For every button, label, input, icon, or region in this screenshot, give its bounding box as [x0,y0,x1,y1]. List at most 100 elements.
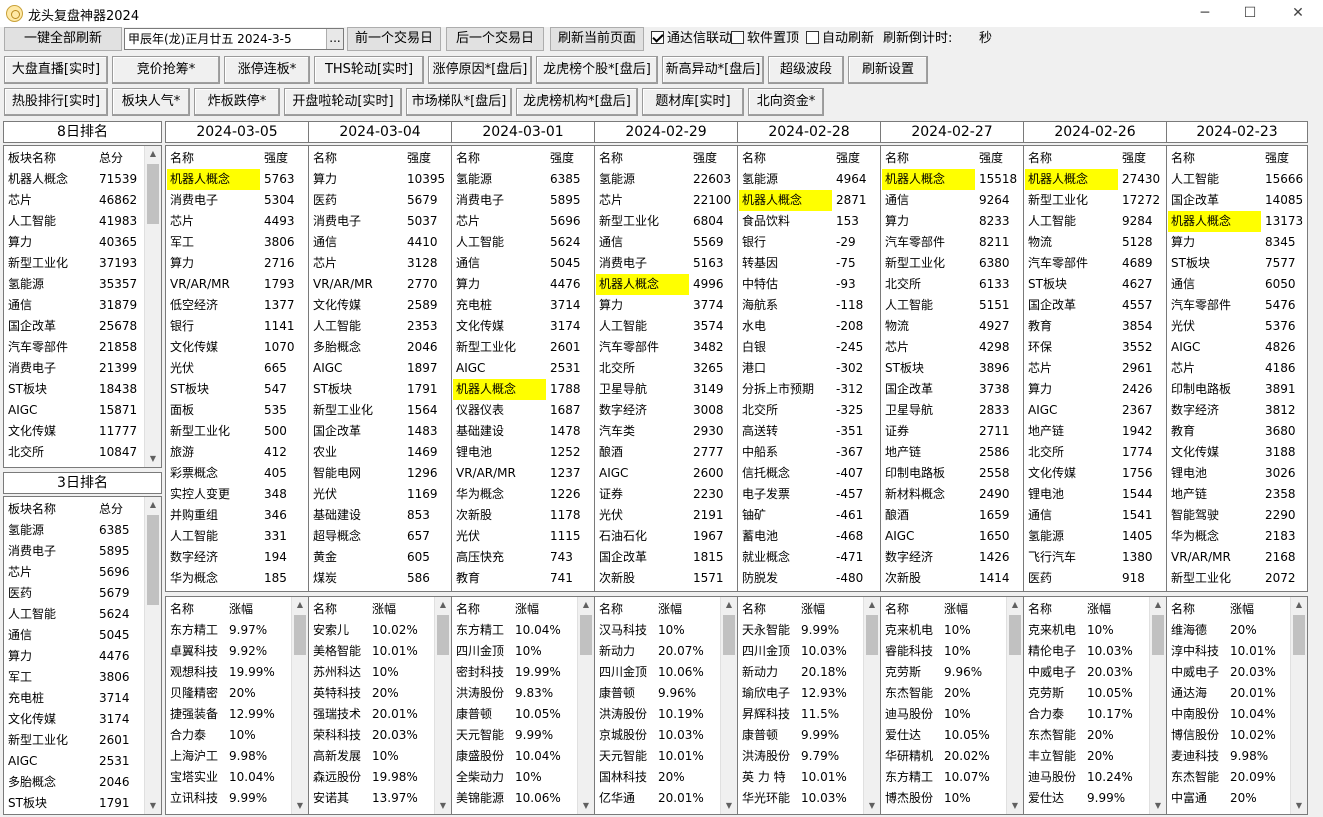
table-row[interactable]: AIGC 2367 [1024,400,1166,421]
scroll-down-icon[interactable]: ▼ [145,798,161,814]
table-row[interactable]: 人工智能 15666 [1167,169,1307,190]
table-row[interactable]: 石油石化 1967 [595,526,737,547]
table-row[interactable]: 昇辉科技 11.5% [738,704,880,725]
table-row[interactable]: 芯片 3128 [309,253,451,274]
table-row[interactable]: 地产链 2358 [1167,484,1307,505]
toolbar-button[interactable]: 炸板跌停* [194,88,280,116]
table-row[interactable]: 汽车零部件 8211 [881,232,1023,253]
table-row[interactable]: AIGC 2531 [452,358,594,379]
table-row[interactable]: 并购重组 346 [166,505,308,526]
table-row[interactable]: 新型工业化 17272 [1024,190,1166,211]
table-row[interactable]: 新动力 20.07% [595,641,737,662]
toolbar-button[interactable]: 龙虎榜个股*[盘后] [536,56,658,84]
table-row[interactable]: 北交所 3265 [595,358,737,379]
limit-up-stocks-table[interactable]: 名称 涨幅 安索儿 10.02% 美格智能 10.01% 苏州科达 10% 英特科技 20% 强瑞技… [308,596,452,815]
table-row[interactable]: 通信 4410 [309,232,451,253]
table-row[interactable]: 博杰股份 10% [881,788,1023,809]
table-row[interactable]: 光伏 1115 [452,526,594,547]
table-row[interactable]: 美格智能 10.01% [309,641,451,662]
scroll-down-icon[interactable]: ▼ [721,798,737,814]
table-row[interactable]: 证券 2711 [881,421,1023,442]
table-row[interactable]: 通信 5045 [452,253,594,274]
table-row[interactable]: 海航系 -118 [738,295,880,316]
table-row[interactable]: 氢能源 35357 [4,274,161,295]
scroll-up-icon[interactable]: ▲ [145,146,161,162]
limit-up-stocks-table[interactable]: 名称 涨幅 克来机电 10% 精伦电子 10.03% 中威电子 20.03% 克劳斯 10.05%… [1023,596,1167,815]
table-row[interactable]: 东杰智能 20% [881,683,1023,704]
table-row[interactable]: 飞行汽车 1380 [1024,547,1166,568]
table-row[interactable]: 蓄电池 -468 [738,526,880,547]
table-row[interactable]: 文化传媒 3174 [4,709,161,730]
refresh-page-button[interactable]: 刷新当前页面 [550,27,644,51]
tdx-link-checkbox[interactable]: 通达信联动 [651,30,732,48]
table-row[interactable]: 通信 31879 [4,295,161,316]
table-row[interactable]: 人工智能 5151 [881,295,1023,316]
table-row[interactable]: 芯片 5696 [452,211,594,232]
sector-strength-table[interactable]: 名称 强度 算力 10395 医药 5679 消费电子 5037 通信 4410 芯片 3128 VR/… [308,145,452,592]
toolbar-button[interactable]: 涨停连板* [224,56,310,84]
table-row[interactable]: 物流 5128 [1024,232,1166,253]
vertical-scrollbar[interactable]: ▲ ▼ [434,597,451,814]
table-row[interactable]: 锂电池 3026 [1167,463,1307,484]
scrollbar-thumb[interactable] [580,615,592,655]
table-row[interactable]: 文化传媒 3174 [452,316,594,337]
toolbar-button[interactable]: 开盘啦轮动[实时] [284,88,402,116]
table-row[interactable]: 充电桩 3714 [4,688,161,709]
table-row[interactable]: 北交所 10847 [4,442,161,463]
limit-up-stocks-table[interactable]: 名称 涨幅 汉马科技 10% 新动力 20.07% 四川金顶 10.06% 康普顿 9.96% 洪涛… [594,596,738,815]
table-row[interactable]: 氢能源 22603 [595,169,737,190]
table-row[interactable]: 光伏 5376 [1167,316,1307,337]
table-row[interactable]: 地产链 2586 [881,442,1023,463]
table-row[interactable]: 食品饮料 153 [738,211,880,232]
scroll-up-icon[interactable]: ▲ [578,597,594,613]
scroll-down-icon[interactable]: ▼ [864,798,880,814]
scroll-down-icon[interactable]: ▼ [292,798,308,814]
table-row[interactable]: 新型工业化 2601 [4,730,161,751]
table-row[interactable]: 四川金顶 10.03% [738,641,880,662]
table-row[interactable]: 算力 8345 [1167,232,1307,253]
table-row[interactable]: 合力泰 10% [166,725,308,746]
table-row[interactable]: 丰立智能 20% [1024,746,1166,767]
table-row[interactable]: 算力 4476 [452,274,594,295]
table-row[interactable]: 汽车零部件 21858 [4,337,161,358]
table-row[interactable]: 氢能源 6385 [452,169,594,190]
table-row[interactable]: 贝隆精密 20% [166,683,308,704]
table-row[interactable]: 国企改革 3738 [881,379,1023,400]
table-row[interactable]: 美锦能源 10.06% [452,788,594,809]
table-row[interactable]: 印制电路板 3891 [1167,379,1307,400]
table-row[interactable]: AIGC 1650 [881,526,1023,547]
table-row[interactable]: 氢能源 6385 [4,520,161,541]
table-row[interactable]: 就业概念 -471 [738,547,880,568]
next-trading-day-button[interactable]: 后一个交易日 [446,27,544,51]
vertical-scrollbar[interactable]: ▲ ▼ [291,597,308,814]
table-row[interactable]: 超导概念 657 [309,526,451,547]
sector-strength-table[interactable]: 名称 强度 氢能源 4964 机器人概念 2871 食品饮料 153 银行 -29 转基因 -75 中特… [737,145,881,592]
table-row[interactable]: 全柴动力 10% [452,767,594,788]
table-row[interactable]: 新型工业化 37193 [4,253,161,274]
table-row[interactable]: 实控人变更 348 [166,484,308,505]
table-row[interactable]: 天永智能 9.99% [738,620,880,641]
table-row[interactable]: 文化传媒 2589 [309,295,451,316]
table-row[interactable]: 森远股份 19.98% [309,767,451,788]
table-row[interactable]: 亿华通 20.01% [595,788,737,809]
vertical-scrollbar[interactable]: ▲ ▼ [577,597,594,814]
table-row[interactable]: 算力 4476 [4,646,161,667]
limit-up-stocks-table[interactable]: 名称 涨幅 天永智能 9.99% 四川金顶 10.03% 新动力 20.18% 瑜欣电子 12.9… [737,596,881,815]
table-row[interactable]: 迪马股份 10.24% [1024,767,1166,788]
table-row[interactable]: 芯片 4298 [881,337,1023,358]
table-row[interactable]: 防脱发 -480 [738,568,880,589]
toolbar-button[interactable]: 超级波段 [768,56,844,84]
scroll-up-icon[interactable]: ▲ [864,597,880,613]
vertical-scrollbar[interactable]: ▲ ▼ [144,497,161,814]
table-row[interactable]: 国林科技 20% [595,767,737,788]
table-row[interactable]: 消费电子 5037 [309,211,451,232]
table-row[interactable]: 四川金顶 10% [452,641,594,662]
table-row[interactable]: 数字经济 1426 [881,547,1023,568]
table-row[interactable]: 维海德 20% [1167,620,1307,641]
table-row[interactable]: 新型工业化 500 [166,421,308,442]
table-row[interactable]: AIGC 2600 [595,463,737,484]
table-row[interactable]: 消费电子 5895 [452,190,594,211]
table-row[interactable]: 爱仕达 10.05% [881,725,1023,746]
table-row[interactable]: 人工智能 3574 [595,316,737,337]
table-row[interactable]: 教育 3680 [1167,421,1307,442]
